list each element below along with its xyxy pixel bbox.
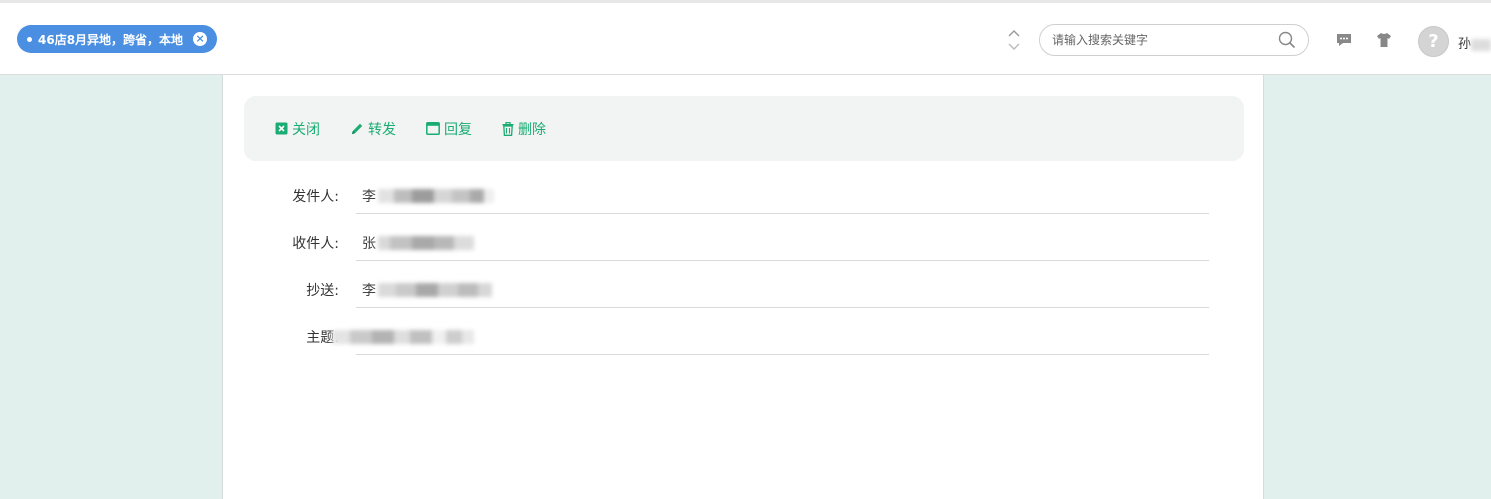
subject-label: 主题: xyxy=(306,330,339,346)
top-bar: 46店8月异地，跨省，本地 × ? 孙 xyxy=(0,0,1491,75)
chevron-up-down-icon xyxy=(1008,30,1020,50)
mail-toolbar: 关闭 转发 回复 删除 xyxy=(244,96,1244,161)
search-box xyxy=(1039,24,1309,56)
delete-button[interactable]: 删除 xyxy=(502,119,546,139)
subject-row: 主题: xyxy=(255,317,1209,355)
reply-button[interactable]: 回复 xyxy=(426,119,472,139)
sender-field[interactable]: 李 xyxy=(356,176,1209,214)
mail-panel: 关闭 转发 回复 删除 发件人: 李 收件人: 张 抄送: 李 主题: xyxy=(222,75,1264,499)
sender-label: 发件人: xyxy=(292,189,339,205)
sender-value: 李 xyxy=(362,189,376,205)
username-redaction xyxy=(1471,38,1491,51)
tab-label: 46店8月异地，跨省，本地 xyxy=(38,32,184,47)
scroll-updown-control[interactable] xyxy=(1004,25,1024,55)
forward-button[interactable]: 转发 xyxy=(350,119,396,139)
shirt-icon[interactable] xyxy=(1375,31,1395,51)
sender-row: 发件人: 李 xyxy=(255,176,1209,214)
chat-icon[interactable] xyxy=(1335,31,1355,51)
tab-current[interactable]: 46店8月异地，跨省，本地 × xyxy=(17,25,218,53)
avatar[interactable]: ? xyxy=(1418,26,1449,57)
cc-field[interactable]: 李 xyxy=(356,270,1209,308)
close-box-icon xyxy=(275,122,288,135)
cc-redaction xyxy=(378,283,492,297)
search-input[interactable] xyxy=(1052,33,1278,47)
cc-label: 抄送: xyxy=(306,283,339,299)
trash-icon xyxy=(502,121,514,136)
forward-label: 转发 xyxy=(368,121,396,138)
tab-close-icon[interactable]: × xyxy=(193,32,208,46)
username: 孙 xyxy=(1458,33,1491,52)
recipient-redaction xyxy=(378,236,474,250)
sender-redaction xyxy=(378,189,494,203)
pencil-icon xyxy=(352,123,363,134)
close-label: 关闭 xyxy=(292,121,320,138)
username-text: 孙 xyxy=(1458,37,1472,52)
subject-redaction xyxy=(332,330,474,344)
recipient-row: 收件人: 张 xyxy=(255,223,1209,261)
reply-label: 回复 xyxy=(444,121,472,138)
tab-dot xyxy=(27,36,32,42)
recipient-value: 张 xyxy=(362,236,376,252)
delete-label: 删除 xyxy=(518,121,546,138)
window-icon xyxy=(426,122,440,135)
cc-value: 李 xyxy=(362,283,376,299)
search-icon[interactable] xyxy=(1278,31,1296,49)
recipient-label: 收件人: xyxy=(292,236,339,252)
cc-row: 抄送: 李 xyxy=(255,270,1209,308)
recipient-field[interactable]: 张 xyxy=(356,223,1209,261)
subject-field[interactable] xyxy=(332,317,1209,355)
close-button[interactable]: 关闭 xyxy=(275,119,320,139)
